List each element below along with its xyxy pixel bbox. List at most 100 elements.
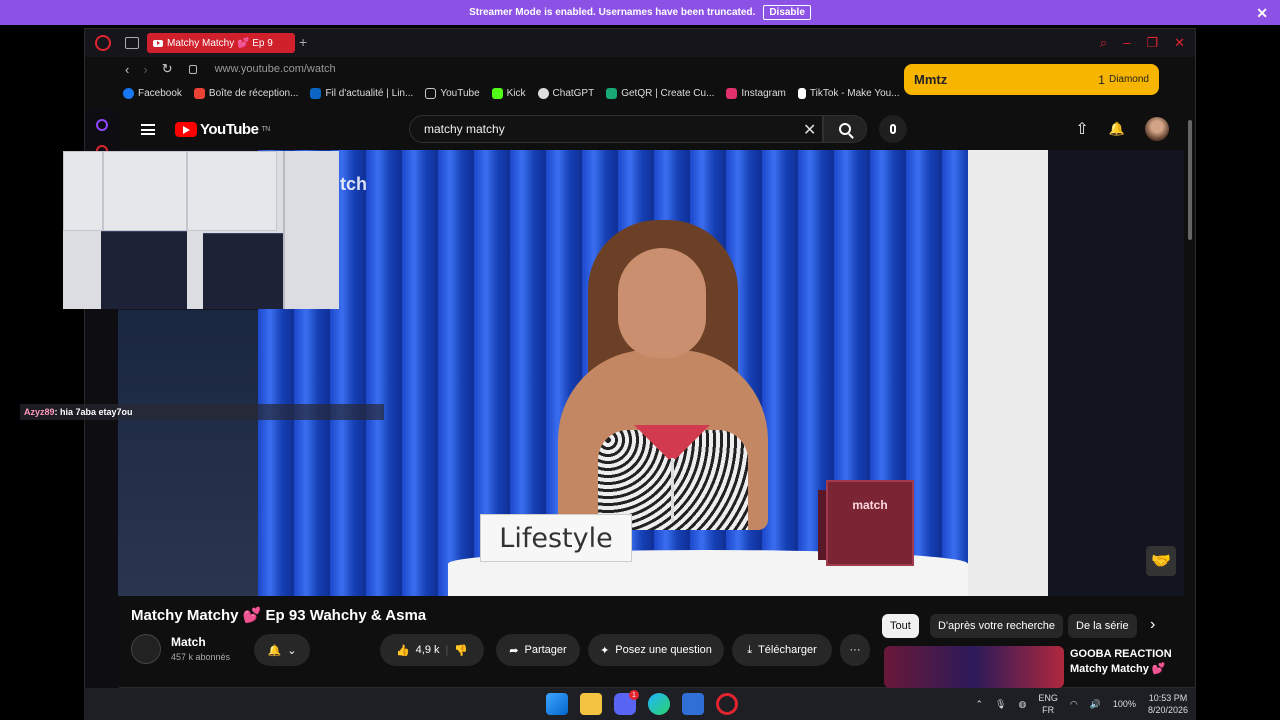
close-banner-icon[interactable]: ✕: [1256, 5, 1268, 22]
tab-youtube[interactable]: Matchy Matchy 💕 Ep 9: [147, 33, 295, 53]
share-icon: ➦: [509, 644, 519, 657]
bookmark-chatgpt[interactable]: ChatGPT: [537, 87, 594, 99]
new-tab-button[interactable]: +: [299, 34, 307, 50]
getqr-icon: [606, 87, 618, 99]
volume-icon[interactable]: 🔊: [1090, 699, 1101, 710]
tab-strip: Matchy Matchy 💕 Ep 9 + ⌕ – ❐ ✕: [85, 29, 1195, 57]
chip-from-series[interactable]: De la série: [1068, 614, 1137, 638]
subscribe-bell-button[interactable]: 🔔 ⌄: [254, 634, 310, 666]
language-indicator[interactable]: ENG FR: [1038, 692, 1058, 716]
bookmark-getqr[interactable]: GetQR | Create Cu...: [606, 87, 714, 99]
ask-question-button[interactable]: ✦ Posez une question: [588, 634, 724, 666]
opera-gx-icon[interactable]: [716, 693, 738, 715]
bookmark-youtube[interactable]: YouTube: [425, 87, 480, 99]
avatar[interactable]: [1145, 117, 1169, 141]
webcam-overlay: [63, 151, 339, 309]
donor-name: Mmtz: [914, 72, 948, 87]
gmail-icon: [193, 87, 205, 99]
sparkle-icon: ✦: [600, 644, 610, 657]
download-icon: ⤓: [747, 643, 753, 656]
start-icon[interactable]: [546, 693, 568, 715]
suggested-video-thumbnail[interactable]: [884, 646, 1064, 688]
donation-unit: Diamond: [1108, 74, 1149, 85]
notification-badge: 1: [629, 690, 639, 700]
more-actions-button[interactable]: ···: [840, 634, 870, 666]
chat-username: Azyz89: [24, 407, 55, 417]
twitch-icon[interactable]: [96, 119, 108, 131]
opera-logo-icon[interactable]: [95, 35, 111, 51]
disable-streamer-mode-button[interactable]: Disable: [763, 5, 811, 20]
channel-avatar[interactable]: [131, 634, 161, 664]
tab-title: Matchy Matchy 💕 Ep 9: [167, 37, 273, 49]
discord-icon[interactable]: 1: [614, 690, 639, 715]
bookmark-tiktok[interactable]: TikTok - Make You...: [797, 87, 900, 99]
bookmark-kick[interactable]: Kick: [491, 87, 526, 99]
bookmark-facebook[interactable]: Facebook: [123, 87, 182, 99]
edge-icon[interactable]: [648, 693, 670, 715]
wifi-icon[interactable]: ◠: [1070, 699, 1078, 710]
forward-button[interactable]: ›: [143, 62, 147, 77]
clock[interactable]: 10:53 PM 8/20/2026: [1148, 692, 1188, 716]
youtube-play-icon: [175, 122, 197, 137]
lock-icon: [188, 64, 197, 74]
bookmark-gmail[interactable]: Boîte de réception...: [193, 87, 298, 99]
page-icon: [425, 87, 437, 99]
chevron-right-icon[interactable]: ›: [1150, 616, 1155, 634]
youtube-logo[interactable]: YouTube TN: [175, 121, 270, 138]
channel-watermark: tch: [340, 174, 367, 194]
scrollbar[interactable]: [1186, 110, 1194, 686]
bookmark-instagram[interactable]: Instagram: [726, 87, 786, 99]
reload-button[interactable]: ↻: [162, 61, 173, 77]
chatgpt-icon: [537, 87, 549, 99]
back-button[interactable]: ‹: [125, 62, 129, 77]
video-background-right: [1048, 150, 1184, 596]
handshake-icon[interactable]: 🤝: [1146, 546, 1176, 576]
bookmark-linkedin[interactable]: Fil d'actualité | Lin...: [310, 87, 413, 99]
share-button[interactable]: ➦ Partager: [496, 634, 580, 666]
search-button[interactable]: [823, 115, 867, 143]
drawer-right: [203, 233, 283, 309]
battery-level[interactable]: 100%: [1113, 699, 1136, 709]
search-input[interactable]: matchy matchy: [409, 115, 823, 143]
like-count[interactable]: 4,9 k: [416, 644, 440, 656]
voice-search-button[interactable]: [879, 115, 907, 143]
channel-name[interactable]: Match: [171, 635, 206, 649]
lifestyle-sign: Lifestyle: [480, 514, 632, 562]
chip-all[interactable]: Tout: [882, 614, 919, 638]
mic-icon: [890, 124, 896, 134]
tab-islands-icon[interactable]: [125, 37, 139, 49]
video-title: Matchy Matchy 💕 Ep 93 Wahchy & Asma: [131, 607, 427, 624]
search-tabs-icon[interactable]: ⌕: [1100, 35, 1107, 51]
youtube-favicon-icon: [153, 39, 163, 47]
banner-message: Streamer Mode is enabled. Usernames have…: [469, 7, 756, 18]
like-dislike-group: 👍 4,9 k | 👎: [380, 634, 484, 666]
location-icon[interactable]: ◍: [1018, 699, 1026, 710]
close-window-icon[interactable]: ✕: [1174, 35, 1185, 51]
white-panel: [968, 150, 1048, 596]
search-icon: [839, 123, 851, 135]
chevron-up-icon[interactable]: ⌃: [975, 699, 983, 710]
clear-search-icon[interactable]: ✕: [803, 120, 816, 140]
facebook-icon: [123, 87, 134, 99]
tiktok-icon: [797, 87, 806, 99]
mail-icon[interactable]: [682, 693, 704, 715]
like-icon[interactable]: 👍: [396, 644, 410, 657]
file-explorer-icon[interactable]: [580, 693, 602, 715]
mic-tray-icon[interactable]: 🎙: [995, 699, 1006, 710]
dislike-icon[interactable]: 👎: [454, 644, 468, 657]
person-face: [618, 248, 706, 358]
maximize-icon[interactable]: ❐: [1146, 35, 1158, 51]
download-button[interactable]: ⤓ Télécharger: [732, 634, 832, 666]
header-actions: ⇧ 🔔: [1075, 117, 1169, 141]
window-controls: ⌕ – ❐ ✕: [1100, 35, 1185, 51]
chip-based-on-search[interactable]: D'après votre recherche: [930, 614, 1064, 638]
menu-icon[interactable]: [141, 124, 155, 135]
bookmarks-bar: Facebook Boîte de réception... Fil d'act…: [123, 83, 900, 103]
upload-icon[interactable]: ⇧: [1075, 119, 1088, 139]
url-field[interactable]: www.youtube.com/watch: [215, 63, 336, 75]
taskbar: 1 ⌃ 🎙 ◍ ENG FR ◠ 🔊 100% 10:53 PM 8/20/20…: [84, 688, 1196, 720]
notifications-icon[interactable]: 🔔: [1109, 121, 1125, 137]
minimize-icon[interactable]: –: [1123, 35, 1130, 51]
match-box: match: [826, 480, 914, 566]
suggested-video-title[interactable]: GOOBA REACTION Matchy Matchy 💕: [1070, 647, 1172, 677]
